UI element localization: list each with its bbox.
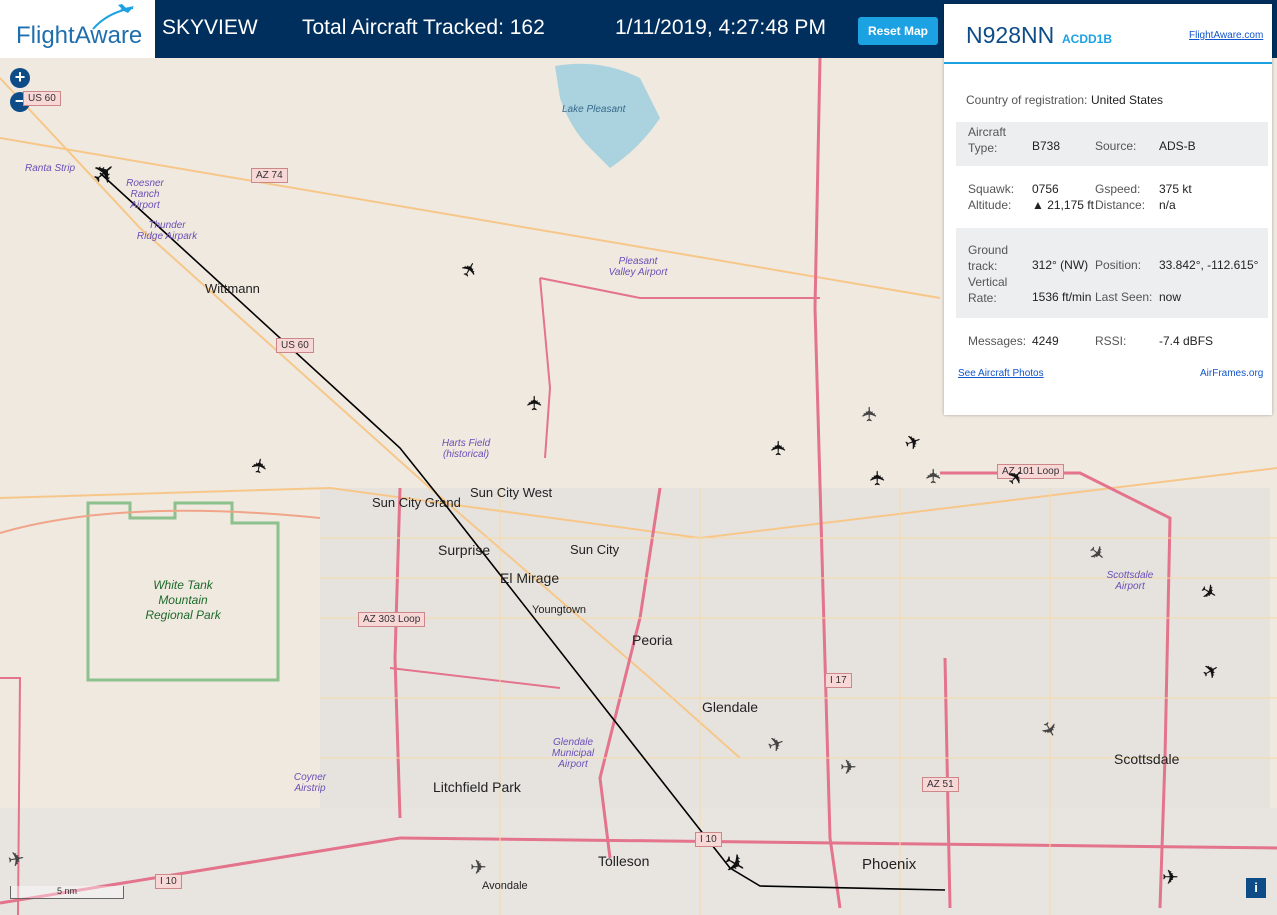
- aircraft-hex: ACDD1B: [1062, 32, 1113, 46]
- city-label: Peoria: [632, 632, 673, 648]
- city-label: Sun City West: [470, 485, 553, 500]
- city-label: Sun City Grand: [372, 495, 461, 510]
- app-title: SKYVIEW: [162, 16, 258, 39]
- city-label: El Mirage: [500, 570, 560, 586]
- vertical-rate-value: 1536 ft/min: [1032, 290, 1092, 304]
- aircraft-icon[interactable]: ✈: [840, 758, 857, 778]
- panel-divider: [944, 62, 1272, 64]
- airport-label[interactable]: Roesner Ranch Airport: [122, 178, 168, 211]
- gspeed-value: 375 kt: [1159, 182, 1192, 196]
- city-label: Surprise: [438, 542, 491, 558]
- altitude-label: Altitude:: [968, 198, 1012, 212]
- position-value: 33.842°, -112.615°: [1159, 258, 1259, 272]
- aircraft-type-value: B738: [1032, 139, 1061, 153]
- aircraft-info-panel: N928NN ACDD1B FlightAware.com Country of…: [944, 4, 1272, 415]
- ground-track-label: Ground track:: [968, 243, 1009, 273]
- total-tracked: Total Aircraft Tracked: 162: [302, 16, 545, 39]
- city-label: Litchfield Park: [433, 779, 521, 795]
- city-label: Tolleson: [598, 853, 650, 869]
- aircraft-photos-link[interactable]: See Aircraft Photos: [958, 368, 1044, 379]
- route-shield: AZ 74: [251, 168, 288, 183]
- city-label: Youngtown: [532, 604, 587, 616]
- last-seen-label: Last Seen:: [1095, 290, 1153, 304]
- flightaware-logo[interactable]: FlightAware: [0, 0, 155, 58]
- aircraft-type-label: Aircraft Type:: [968, 125, 1007, 155]
- aircraft-icon[interactable]: ✈: [248, 456, 273, 476]
- route-shield: I 17: [825, 673, 852, 688]
- map-info-button[interactable]: i: [1246, 878, 1266, 898]
- map-scale: 5 nm: [10, 886, 124, 899]
- aircraft-icon[interactable]: ✈: [470, 858, 487, 878]
- city-label: Glendale: [702, 699, 759, 715]
- aircraft-icon[interactable]: ✈: [1162, 868, 1179, 888]
- source-label: Source:: [1095, 139, 1137, 153]
- vertical-rate-label: Vertical Rate:: [968, 275, 1008, 305]
- park-label: White Tank Mountain Regional Park: [145, 578, 221, 622]
- aircraft-icon[interactable]: ✈: [524, 395, 546, 412]
- distance-label: Distance:: [1095, 198, 1146, 212]
- country-value: United States: [1091, 93, 1164, 107]
- airport-label[interactable]: Pleasant Valley Airport: [605, 256, 671, 278]
- squawk-value: 0756: [1032, 182, 1059, 196]
- aircraft-registration: N928NN: [966, 22, 1055, 48]
- altitude-value: ▲ 21,175 ft: [1032, 198, 1094, 212]
- lake-label: Lake Pleasant: [562, 104, 626, 115]
- route-shield: AZ 51: [922, 777, 959, 792]
- route-shield: AZ 303 Loop: [358, 612, 426, 627]
- airport-label[interactable]: Glendale Municipal Airport: [545, 737, 601, 770]
- airframes-link[interactable]: AirFrames.org: [1200, 368, 1263, 379]
- ground-track-value: 312° (NW): [1032, 258, 1089, 272]
- route-shield: US 60: [23, 91, 61, 106]
- position-label: Position:: [1095, 258, 1142, 272]
- source-value: ADS-B: [1159, 139, 1196, 153]
- aircraft-icon[interactable]: ✈: [867, 470, 889, 487]
- squawk-label: Squawk:: [968, 182, 1015, 196]
- airport-label[interactable]: Ranta Strip: [25, 163, 75, 174]
- rssi-label: RSSI:: [1095, 334, 1127, 348]
- airport-label[interactable]: Coyner Airstrip: [290, 772, 330, 794]
- route-shield: US 60: [276, 338, 314, 353]
- gspeed-label: Gspeed:: [1095, 182, 1141, 196]
- last-seen-value: now: [1159, 290, 1182, 304]
- zoom-in-button[interactable]: +: [10, 68, 30, 88]
- country-label: Country of registration:: [966, 93, 1088, 107]
- flightaware-link[interactable]: FlightAware.com: [1189, 30, 1263, 41]
- city-label: Avondale: [482, 880, 528, 892]
- city-label: Sun City: [570, 542, 620, 557]
- aircraft-icon[interactable]: ✈: [923, 468, 945, 485]
- city-label: Phoenix: [862, 856, 917, 873]
- route-shield: I 10: [695, 832, 722, 847]
- airport-label[interactable]: Harts Field (historical): [434, 438, 498, 460]
- datetime: 1/11/2019, 4:27:48 PM: [615, 16, 826, 39]
- airport-label[interactable]: Scottsdale Airport: [1104, 570, 1156, 592]
- distance-value: n/a: [1159, 198, 1176, 212]
- messages-label: Messages:: [968, 334, 1027, 348]
- city-label: Scottsdale: [1114, 751, 1180, 767]
- aircraft-icon[interactable]: ✈: [768, 440, 790, 457]
- reset-map-button[interactable]: Reset Map: [858, 17, 938, 45]
- rssi-value: -7.4 dBFS: [1159, 334, 1214, 348]
- route-shield: I 10: [155, 874, 182, 889]
- aircraft-icon[interactable]: ✈: [6, 848, 26, 873]
- airport-label[interactable]: Thunder Ridge Airpark: [134, 220, 200, 242]
- city-label: Wittmann: [205, 281, 260, 296]
- logo-text: FlightAware: [16, 22, 143, 49]
- aircraft-icon[interactable]: ✈: [859, 406, 881, 423]
- messages-value: 4249: [1032, 334, 1059, 348]
